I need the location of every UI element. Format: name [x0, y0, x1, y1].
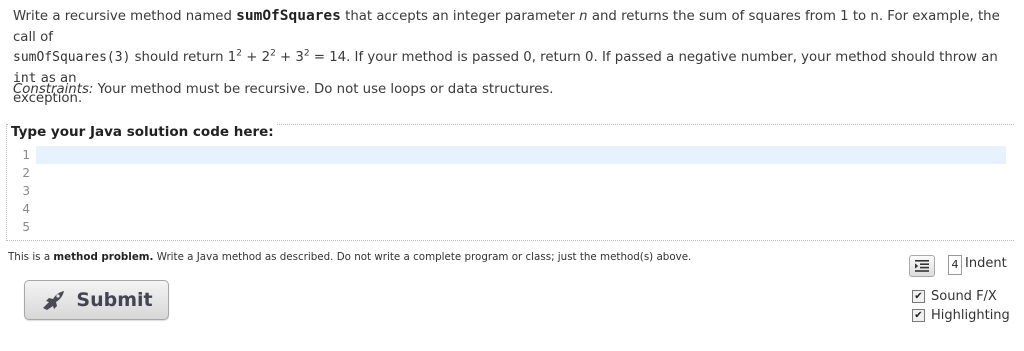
rocket-icon — [43, 291, 65, 310]
highlighting-option[interactable]: ✔ Highlighting — [912, 308, 1010, 323]
code-legend: Type your Java solution code here: — [9, 124, 276, 140]
note-text: This is a — [8, 251, 54, 263]
code-line[interactable] — [36, 164, 1006, 182]
prompt-text: = 14. If your method is passed 0, return… — [309, 50, 998, 65]
note-bold: method problem. — [53, 251, 154, 263]
line-number: 5 — [22, 220, 30, 234]
prompt-text: Write a recursive method named — [13, 9, 237, 24]
prompt-text: should return 1 — [130, 50, 237, 65]
prompt-text: + 2 — [242, 50, 271, 65]
method-name: sumOfSquares — [236, 8, 341, 24]
indent-label: Indent — [965, 256, 1007, 271]
example-call: sumOfSquares(3) — [13, 50, 131, 65]
line-number: 4 — [22, 202, 30, 216]
indent-button[interactable] — [909, 255, 935, 277]
code-line[interactable] — [36, 182, 1006, 200]
indent-icon — [915, 260, 929, 272]
problem-type-note: This is a method problem. Write a Java m… — [8, 251, 691, 263]
code-line[interactable] — [36, 200, 1006, 218]
constraints-text: Your method must be recursive. Do not us… — [93, 82, 554, 97]
sound-fx-option[interactable]: ✔ Sound F/X — [912, 289, 997, 304]
submit-label: Submit — [76, 289, 153, 311]
submit-button[interactable]: Submit — [24, 280, 169, 320]
line-number: 1 — [22, 148, 30, 162]
line-number-gutter: 1 2 3 4 5 — [8, 146, 34, 236]
sound-fx-checkbox[interactable]: ✔ — [912, 290, 925, 303]
highlighting-label: Highlighting — [931, 308, 1010, 323]
indent-size-field[interactable]: 4 — [948, 255, 962, 275]
constraints-label: Constraints: — [13, 82, 94, 97]
prompt-text: that accepts an integer parameter — [340, 9, 580, 24]
line-number: 3 — [22, 184, 30, 198]
code-editor[interactable]: 1 2 3 4 5 — [8, 146, 1006, 236]
prompt-text: + 3 — [275, 50, 304, 65]
param-name: n — [579, 9, 588, 24]
note-text: Write a Java method as described. Do not… — [153, 251, 692, 263]
constraints: Constraints: Your method must be recursi… — [13, 82, 553, 97]
highlighting-checkbox[interactable]: ✔ — [912, 309, 925, 322]
code-line-active[interactable] — [36, 146, 1006, 164]
sound-fx-label: Sound F/X — [931, 289, 997, 304]
code-lines[interactable] — [36, 146, 1006, 236]
code-line[interactable] — [36, 218, 1006, 236]
line-number: 2 — [22, 166, 30, 180]
